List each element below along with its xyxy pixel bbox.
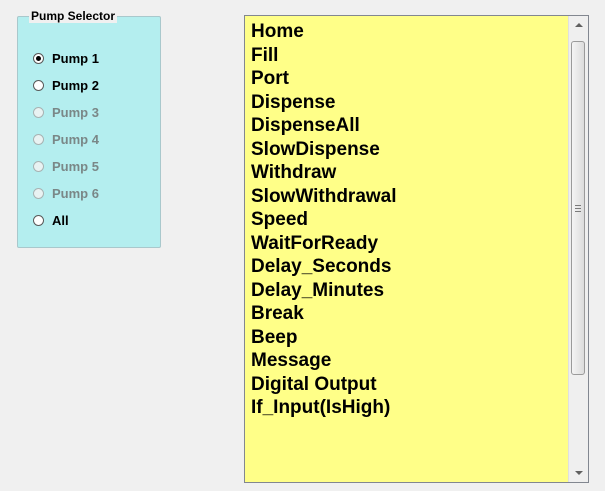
radio-label: Pump 3 bbox=[52, 104, 99, 120]
list-item[interactable]: Delay_Seconds bbox=[245, 255, 568, 279]
radio-indicator[interactable] bbox=[33, 214, 44, 226]
list-item[interactable]: Home bbox=[245, 20, 568, 44]
pump-selector-group: Pump Selector Pump 1 Pump 2 Pump 3 Pump … bbox=[17, 9, 161, 248]
vertical-scrollbar[interactable] bbox=[568, 16, 588, 482]
scrollbar-thumb[interactable] bbox=[571, 41, 585, 375]
radio-pump-1[interactable]: Pump 1 bbox=[33, 50, 99, 66]
radio-pump-4: Pump 4 bbox=[33, 131, 99, 147]
scroll-down-button[interactable] bbox=[569, 464, 588, 482]
radio-all[interactable]: All bbox=[33, 212, 69, 228]
list-item[interactable]: Delay_Minutes bbox=[245, 279, 568, 303]
radio-label: All bbox=[52, 212, 69, 228]
list-item[interactable]: SlowDispense bbox=[245, 138, 568, 162]
radio-label: Pump 6 bbox=[52, 185, 99, 201]
list-item[interactable]: If_Input(IsHigh) bbox=[245, 396, 568, 420]
radio-indicator[interactable] bbox=[33, 79, 44, 91]
list-item[interactable]: Withdraw bbox=[245, 161, 568, 185]
radio-indicator bbox=[33, 133, 44, 145]
triangle-up-icon bbox=[574, 23, 583, 27]
radio-pump-3: Pump 3 bbox=[33, 104, 99, 120]
list-item[interactable]: Port bbox=[245, 67, 568, 91]
command-listbox[interactable]: Home Fill Port Dispense DispenseAll Slow… bbox=[244, 15, 589, 483]
radio-label: Pump 5 bbox=[52, 158, 99, 174]
list-item[interactable]: Break bbox=[245, 302, 568, 326]
list-item[interactable]: Fill bbox=[245, 44, 568, 68]
list-item[interactable]: Speed bbox=[245, 208, 568, 232]
radio-indicator-checked[interactable] bbox=[33, 52, 44, 64]
list-item[interactable]: Message bbox=[245, 349, 568, 373]
radio-pump-5: Pump 5 bbox=[33, 158, 99, 174]
list-item[interactable]: SlowWithdrawal bbox=[245, 185, 568, 209]
command-list-items: Home Fill Port Dispense DispenseAll Slow… bbox=[245, 16, 568, 482]
list-item[interactable]: WaitForReady bbox=[245, 232, 568, 256]
radio-label: Pump 4 bbox=[52, 131, 99, 147]
grip-lines-icon bbox=[575, 204, 581, 212]
list-item[interactable]: DispenseAll bbox=[245, 114, 568, 138]
list-item[interactable]: Dispense bbox=[245, 91, 568, 115]
radio-label: Pump 2 bbox=[52, 77, 99, 93]
scroll-up-button[interactable] bbox=[569, 16, 588, 34]
list-item[interactable]: Digital Output bbox=[245, 373, 568, 397]
radio-indicator bbox=[33, 160, 44, 172]
radio-pump-2[interactable]: Pump 2 bbox=[33, 77, 99, 93]
pump-selector-title: Pump Selector bbox=[29, 9, 118, 23]
radio-indicator bbox=[33, 106, 44, 118]
list-item[interactable]: Beep bbox=[245, 326, 568, 350]
radio-pump-6: Pump 6 bbox=[33, 185, 99, 201]
radio-label: Pump 1 bbox=[52, 50, 99, 66]
triangle-down-icon bbox=[574, 471, 583, 475]
radio-indicator bbox=[33, 187, 44, 199]
